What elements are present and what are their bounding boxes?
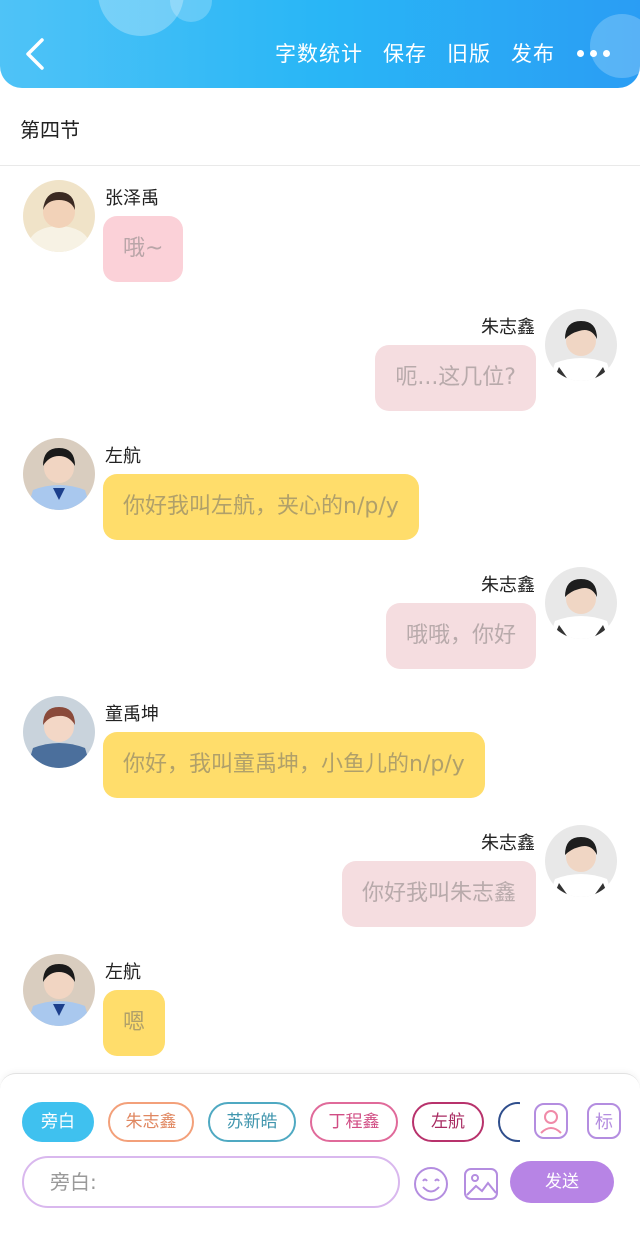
tag-icon-label: 标 bbox=[595, 1112, 613, 1133]
sender-name: 左航 bbox=[105, 446, 141, 467]
section-title[interactable]: 第四节 bbox=[20, 114, 80, 143]
publish-button[interactable]: 发布 bbox=[511, 38, 555, 68]
role-chip[interactable]: 丁程鑫 bbox=[310, 1102, 398, 1142]
role-chip[interactable]: 朱志鑫 bbox=[108, 1102, 194, 1142]
message-bubble[interactable]: 你好我叫左航，夹心的n/p/y bbox=[103, 474, 419, 540]
old-version-button[interactable]: 旧版 bbox=[447, 38, 491, 68]
message-input[interactable]: 旁白: bbox=[22, 1156, 400, 1208]
emoji-icon[interactable] bbox=[411, 1165, 451, 1203]
chat-list[interactable]: 张泽禹 哦~ 朱志鑫 呃...这几位? 左航 你好我叫左航，夹心的n/p/y 朱… bbox=[0, 167, 640, 1073]
avatar[interactable] bbox=[23, 954, 95, 1026]
save-button[interactable]: 保存 bbox=[383, 38, 427, 68]
section-header: 第四节 bbox=[0, 88, 640, 166]
sender-name: 朱志鑫 bbox=[481, 833, 535, 854]
sender-name: 朱志鑫 bbox=[481, 317, 535, 338]
image-icon[interactable] bbox=[462, 1165, 500, 1203]
avatar[interactable] bbox=[545, 825, 617, 897]
message-bubble[interactable]: 嗯 bbox=[103, 990, 166, 1056]
role-chip-narration[interactable]: 旁白 bbox=[22, 1102, 94, 1142]
avatar[interactable] bbox=[23, 438, 95, 510]
sender-name: 左航 bbox=[105, 962, 141, 983]
word-count-button[interactable]: 字数统计 bbox=[275, 38, 363, 68]
tag-icon[interactable]: 标 bbox=[586, 1102, 622, 1140]
message-bubble[interactable]: 哦哦，你好 bbox=[385, 603, 536, 669]
message-bubble[interactable]: 哦~ bbox=[103, 216, 184, 282]
avatar[interactable] bbox=[545, 309, 617, 381]
message-bubble[interactable]: 你好我叫朱志鑫 bbox=[341, 861, 536, 927]
role-selector[interactable]: 旁白 朱志鑫 苏新皓 丁程鑫 左航 bbox=[22, 1102, 520, 1142]
role-chip[interactable] bbox=[498, 1102, 520, 1142]
avatar[interactable] bbox=[23, 696, 95, 768]
avatar[interactable] bbox=[545, 567, 617, 639]
composer-panel: 旁白 朱志鑫 苏新皓 丁程鑫 左航 标 旁白: 发送 bbox=[0, 1073, 640, 1243]
message-bubble[interactable]: 你好，我叫童禹坤，小鱼儿的n/p/y bbox=[103, 732, 485, 798]
decorative-bubble bbox=[170, 0, 212, 22]
role-chip[interactable]: 苏新皓 bbox=[208, 1102, 296, 1142]
back-arrow-icon[interactable] bbox=[20, 34, 50, 74]
role-chip[interactable]: 左航 bbox=[412, 1102, 484, 1142]
sender-name: 朱志鑫 bbox=[481, 575, 535, 596]
sender-name: 童禹坤 bbox=[105, 704, 159, 725]
more-options-icon[interactable] bbox=[577, 49, 610, 57]
character-icon[interactable] bbox=[533, 1102, 569, 1140]
top-app-bar: 字数统计 保存 旧版 发布 bbox=[0, 0, 640, 88]
send-button[interactable]: 发送 bbox=[510, 1161, 614, 1203]
avatar[interactable] bbox=[23, 180, 95, 252]
header-actions: 字数统计 保存 旧版 发布 bbox=[255, 38, 610, 68]
message-bubble[interactable]: 呃...这几位? bbox=[375, 345, 536, 411]
sender-name: 张泽禹 bbox=[105, 188, 159, 209]
